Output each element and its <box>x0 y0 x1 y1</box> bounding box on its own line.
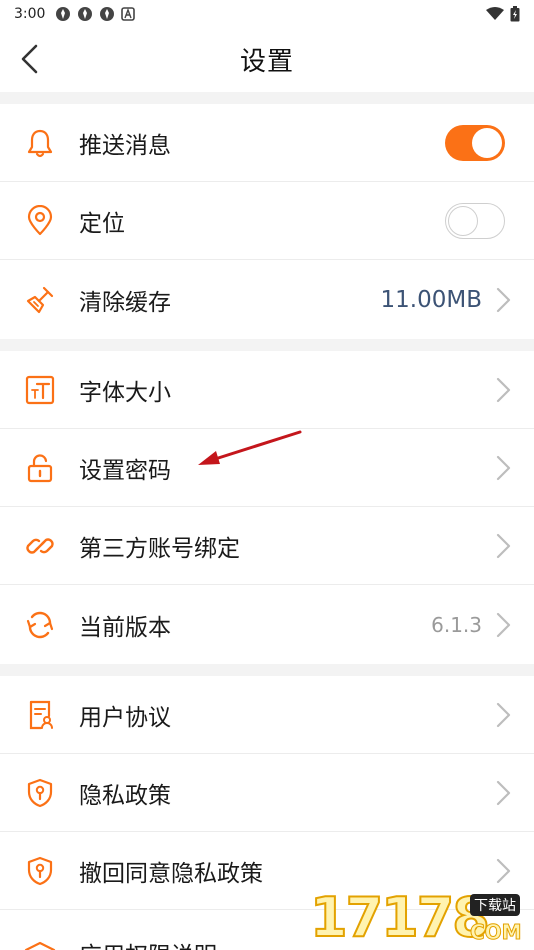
notification-icon <box>100 7 115 21</box>
shield-lock-icon <box>27 778 53 808</box>
settings-row-current-version[interactable]: 当前版本 6.1.3 <box>0 585 534 664</box>
back-button[interactable] <box>14 42 44 76</box>
location-pin-icon <box>27 205 53 236</box>
settings-row-label: 字体大小 <box>79 380 171 406</box>
graduation-cap-icon <box>24 941 56 950</box>
push-notifications-toggle[interactable] <box>445 125 505 161</box>
section-gap <box>0 664 534 676</box>
settings-row-privacy-policy[interactable]: 隐私政策 <box>0 754 534 832</box>
wifi-icon <box>486 7 504 20</box>
settings-row-label: 用户协议 <box>79 705 171 731</box>
chevron-right-icon <box>496 612 511 637</box>
chevron-right-icon <box>496 455 511 481</box>
settings-row-clear-cache[interactable]: 清除缓存 11.00MB <box>0 260 534 339</box>
settings-row-label: 撤回同意隐私政策 <box>79 861 263 887</box>
settings-row-label: 定位 <box>79 211 125 237</box>
status-notification-icons <box>55 6 136 22</box>
section-gap <box>0 339 534 351</box>
settings-row-label: 当前版本 <box>79 614 171 641</box>
settings-row-third-party-binding[interactable]: 第三方账号绑定 <box>0 507 534 585</box>
shield-lock-icon <box>27 856 53 886</box>
chevron-right-icon <box>496 702 511 728</box>
chevron-right-icon <box>496 377 511 403</box>
notification-icon <box>56 7 71 21</box>
document-user-icon <box>29 700 53 730</box>
header: 设置 <box>0 28 534 90</box>
section-gap <box>0 92 534 104</box>
status-bar: 3:00 <box>0 0 534 28</box>
settings-row-label: 应用权限说明 <box>79 936 217 950</box>
battery-icon <box>510 6 520 22</box>
watermark-text: 17178 <box>309 885 491 950</box>
settings-row-label: 第三方账号绑定 <box>79 536 240 562</box>
settings-row-label: 隐私政策 <box>79 783 171 809</box>
settings-row-location[interactable]: 定位 <box>0 182 534 260</box>
settings-row-push-notifications[interactable]: 推送消息 <box>0 104 534 182</box>
version-value: 6.1.3 <box>431 612 482 637</box>
chevron-right-icon <box>496 287 511 312</box>
watermark-suffix: COM <box>470 920 523 945</box>
settings-row-label: 推送消息 <box>79 133 171 159</box>
status-time: 3:00 <box>14 6 46 22</box>
font-size-icon <box>25 375 55 405</box>
link-icon <box>26 538 54 554</box>
watermark-logo: 17178 下载站 COM <box>309 884 534 950</box>
settings-row-label: 设置密码 <box>79 458 171 484</box>
toggle-knob <box>448 206 478 236</box>
chevron-right-icon <box>496 858 511 884</box>
bell-icon <box>27 129 53 158</box>
location-toggle[interactable] <box>445 203 505 239</box>
page-title: 设置 <box>239 46 294 77</box>
settings-row-label: 清除缓存 <box>79 289 171 316</box>
settings-row-font-size[interactable]: 字体大小 <box>0 351 534 429</box>
refresh-icon <box>26 611 54 638</box>
chevron-right-icon <box>496 780 511 806</box>
chevron-left-icon <box>21 44 38 74</box>
settings-row-user-agreement[interactable]: 用户协议 <box>0 676 534 754</box>
status-right-icons <box>486 6 520 22</box>
cache-size-value: 11.00MB <box>380 286 482 313</box>
chevron-right-icon <box>496 533 511 559</box>
settings-row-set-password[interactable]: 设置密码 <box>0 429 534 507</box>
lock-icon <box>27 454 53 483</box>
watermark-badge: 下载站 <box>470 894 520 916</box>
broom-icon <box>26 286 54 313</box>
a-icon <box>121 7 136 21</box>
notification-icon <box>78 7 93 21</box>
toggle-knob <box>472 128 502 158</box>
